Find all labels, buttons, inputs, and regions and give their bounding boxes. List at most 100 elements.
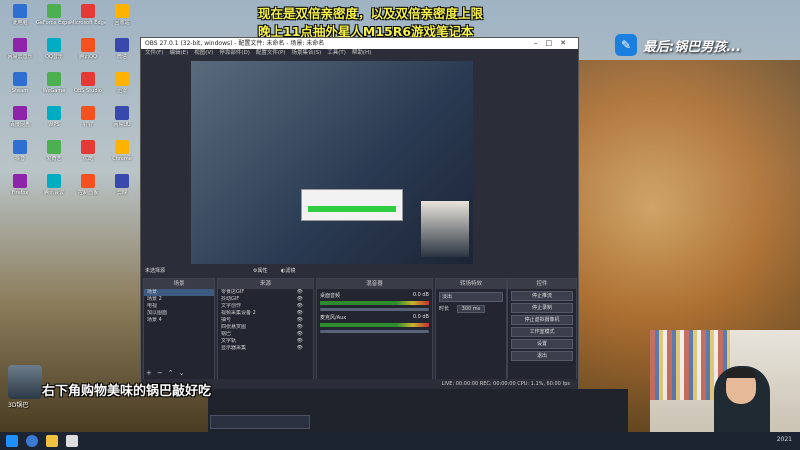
visibility-eye-icon[interactable]: 👁 [297, 303, 303, 310]
menu-item[interactable]: 文件(F) [145, 50, 163, 56]
desktop-icon[interactable]: WeGame [36, 72, 72, 104]
desktop-icon[interactable]: Microsoft Edge [70, 4, 106, 36]
desktop-icon[interactable]: GeForce Experience [36, 4, 72, 36]
menu-item[interactable]: 帮助(H) [352, 50, 371, 56]
desktop-icon[interactable]: 剪映 [104, 174, 140, 206]
desktop-icon[interactable]: 优酷 [70, 140, 106, 172]
source-item[interactable]: 锅巴 👁 [218, 331, 313, 338]
desktop-icon[interactable]: OBS Studio [70, 72, 106, 104]
duration-input[interactable]: 300 ms [456, 305, 486, 313]
mixer-channel-name: 桌面音频 [320, 293, 341, 299]
desktop-icon[interactable]: 钉钉 [70, 106, 106, 138]
visibility-eye-icon[interactable]: 👁 [297, 310, 303, 317]
properties-button[interactable]: ⚙属性 [253, 266, 268, 276]
scenes-header: 场景 [144, 279, 214, 289]
obs-taskbar-icon[interactable] [66, 435, 78, 447]
desktop-icon[interactable]: 百度网盘 [2, 106, 38, 138]
menu-item[interactable]: 场景集合(S) [291, 50, 321, 56]
mixer-channel-value: 0.0 dB [412, 314, 429, 320]
desktop-icon[interactable]: 腾讯QQ [70, 38, 106, 70]
menu-item[interactable]: 配置文件(P) [256, 50, 286, 56]
scene-item[interactable]: 场景 4 [144, 317, 214, 324]
visibility-eye-icon[interactable]: 👁 [297, 331, 303, 338]
visibility-eye-icon[interactable]: 👁 [297, 317, 303, 324]
app-icon [13, 4, 27, 18]
visibility-eye-icon[interactable]: 👁 [297, 324, 303, 331]
scenes-panel: 场景 场景 场景 2 电视 加以图面 场景 4 +−⌃⌄ [143, 278, 215, 380]
mixer-channel-name: 麦克风/Aux [320, 315, 347, 321]
scene-item[interactable]: 加以图面 [144, 310, 214, 317]
desktop-icon[interactable]: 爱奇艺 [36, 140, 72, 172]
app-icon [47, 174, 61, 188]
transition-select[interactable]: 淡出 [439, 292, 503, 302]
visibility-eye-icon[interactable]: 👁 [297, 345, 303, 352]
menu-item[interactable]: 编辑(E) [169, 50, 188, 56]
desktop-icon[interactable]: 迅雷 [104, 72, 140, 104]
desktop-icon[interactable]: QQ音乐 [36, 38, 72, 70]
desktop-icon[interactable]: Chrome [104, 140, 140, 172]
duration-row: 时长 300 ms [439, 305, 503, 313]
remove-icon[interactable]: − [157, 369, 168, 377]
up-icon[interactable]: ⌃ [168, 369, 179, 377]
visibility-eye-icon[interactable]: 👁 [297, 289, 303, 296]
source-item[interactable]: 视频采集设备 2 👁 [218, 310, 313, 317]
volume-slider[interactable] [320, 330, 429, 333]
source-label: 显示器采集 [221, 345, 247, 351]
desktop-icon[interactable]: 回收站 [104, 4, 140, 36]
file-explorer-icon[interactable] [46, 435, 58, 447]
obs-window[interactable]: OBS 27.0.1 (32-bit, windows) - 配置文件: 未命名… [140, 37, 579, 391]
desktop-icon-label: 腾讯QQ [79, 54, 97, 60]
down-icon[interactable]: ⌄ [179, 369, 190, 377]
desktop-icon[interactable]: 网易云音乐 [2, 38, 38, 70]
desktop-icon[interactable]: 微信 [104, 38, 140, 70]
source-label: 文字创作 [221, 303, 242, 309]
desktop-icon[interactable]: 控制面板 [70, 174, 106, 206]
source-label: 视频采集设备 2 [221, 310, 256, 316]
desktop-icon-label: 百度网盘 [9, 122, 30, 128]
obs-menu-bar: 文件(F) 编辑(E) 视图(V) 停靠部件(D) 配置文件(P) 场景集合(S) 工具(T… [141, 49, 578, 58]
menu-item[interactable]: 工具(T) [327, 50, 346, 56]
app-icon [81, 106, 95, 120]
desktop-icon[interactable]: 此电脑 [2, 4, 38, 36]
control-button[interactable]: 退出 [511, 351, 573, 361]
visibility-eye-icon[interactable]: 👁 [297, 296, 303, 303]
scene-item[interactable]: 场景 2 [144, 296, 214, 303]
desktop-icon[interactable]: 网易UU [104, 106, 140, 138]
visibility-eye-icon[interactable]: 👁 [297, 338, 303, 345]
control-button[interactable]: 停止录制 [511, 303, 573, 313]
source-label: 锅巴 [221, 331, 232, 337]
close-icon[interactable]: ✕ [560, 39, 574, 47]
filters-button[interactable]: ◐滤镜 [281, 266, 295, 276]
start-menu-icon[interactable] [6, 435, 18, 447]
scene-item[interactable]: 电视 [144, 303, 214, 310]
desktop-icon[interactable]: Steam [2, 72, 38, 104]
desktop-icon[interactable]: WPS [36, 106, 72, 138]
control-button[interactable]: 设置 [511, 339, 573, 349]
source-item[interactable]: 文字轨 👁 [218, 338, 313, 345]
edge-icon[interactable] [26, 435, 38, 447]
minimize-icon[interactable]: – [534, 39, 546, 47]
source-item[interactable]: 抽号 👁 [218, 317, 313, 324]
preview-canvas[interactable] [191, 61, 473, 264]
volume-slider[interactable] [320, 308, 429, 311]
control-button[interactable]: 工作室模式 [511, 327, 573, 337]
source-item[interactable]: 零食店GIF 👁 [218, 289, 313, 296]
menu-item[interactable]: 视图(V) [194, 50, 213, 56]
desktop-icon[interactable]: Firefox [2, 174, 38, 206]
add-icon[interactable]: + [146, 369, 157, 377]
volume-meter [320, 301, 429, 305]
control-button[interactable]: 停止推流 [511, 291, 573, 301]
desktop-icon[interactable]: 腾讯会议 [36, 174, 72, 206]
desktop-icon[interactable]: 抖音 [2, 140, 38, 172]
source-item[interactable]: 抖动GIF 👁 [218, 296, 313, 303]
source-item[interactable]: 四张悬赏图 👁 [218, 324, 313, 331]
maximize-icon[interactable]: □ [546, 39, 561, 47]
source-item[interactable]: 显示器采集 👁 [218, 345, 313, 352]
control-button[interactable]: 停止虚拟摄像机 [511, 315, 573, 325]
source-item[interactable]: 文字创作 👁 [218, 303, 313, 310]
obs-title-bar[interactable]: OBS 27.0.1 (32-bit, windows) - 配置文件: 未命名… [141, 38, 578, 49]
window-controls[interactable]: –□✕ [534, 38, 574, 49]
chat-input[interactable] [210, 415, 310, 429]
menu-item[interactable]: 停靠部件(D) [219, 50, 250, 56]
scene-item[interactable]: 场景 [144, 289, 214, 296]
